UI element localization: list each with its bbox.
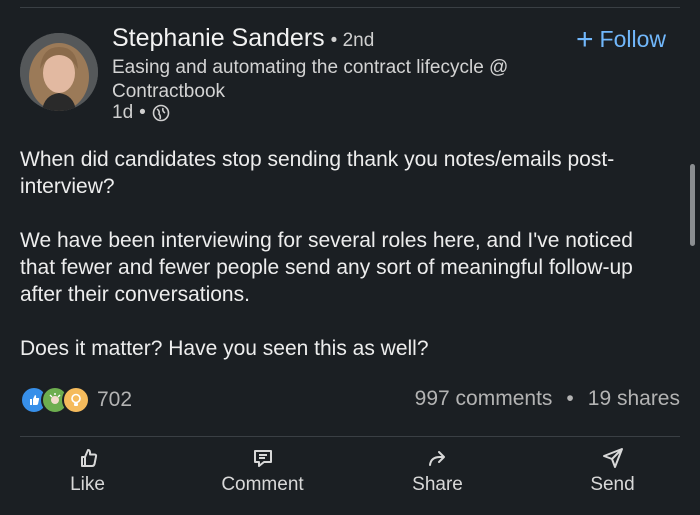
send-icon bbox=[602, 448, 623, 468]
reactions-summary[interactable]: 702 bbox=[20, 386, 132, 414]
comments-count[interactable]: 997 comments bbox=[415, 387, 553, 411]
follow-label: Follow bbox=[599, 26, 666, 52]
post-paragraph: We have been interviewing for several ro… bbox=[20, 229, 633, 306]
author-headline: Easing and automating the contract lifec… bbox=[112, 57, 509, 102]
avatar[interactable] bbox=[20, 33, 98, 111]
follow-button[interactable]: + Follow bbox=[576, 22, 666, 56]
scrollbar[interactable] bbox=[690, 164, 695, 246]
send-button[interactable]: Send bbox=[525, 446, 700, 496]
send-label: Send bbox=[590, 474, 635, 495]
like-label: Like bbox=[70, 474, 105, 495]
action-bar: Like Comment Share Send bbox=[0, 446, 700, 496]
author-row: Stephanie Sanders • 2nd bbox=[112, 24, 374, 53]
bottom-divider bbox=[20, 436, 680, 437]
connection-degree: • 2nd bbox=[330, 30, 375, 51]
thumbs-up-icon bbox=[80, 449, 97, 467]
comment-label: Comment bbox=[221, 474, 304, 495]
counts-separator: • bbox=[566, 387, 574, 410]
insightful-icon bbox=[62, 386, 90, 414]
post-body: When did candidates stop sending thank y… bbox=[20, 146, 640, 389]
post-time: 1d bbox=[112, 102, 134, 123]
top-divider bbox=[20, 7, 680, 8]
post-paragraph: When did candidates stop sending thank y… bbox=[20, 148, 615, 198]
social-counts: 997 comments • 19 shares bbox=[415, 387, 680, 411]
plus-icon: + bbox=[576, 22, 594, 56]
globe-icon bbox=[152, 104, 170, 122]
meta-dot: • bbox=[139, 102, 146, 123]
profile-photo bbox=[20, 33, 98, 111]
comment-icon bbox=[253, 450, 272, 467]
share-arrow-icon bbox=[428, 451, 445, 466]
reaction-count: 702 bbox=[97, 388, 133, 411]
post-paragraph: Does it matter? Have you seen this as we… bbox=[20, 337, 429, 360]
share-label: Share bbox=[412, 474, 463, 495]
author-name[interactable]: Stephanie Sanders bbox=[112, 24, 325, 53]
like-button[interactable]: Like bbox=[0, 446, 175, 496]
comment-button[interactable]: Comment bbox=[175, 446, 350, 496]
shares-count[interactable]: 19 shares bbox=[588, 387, 680, 411]
share-button[interactable]: Share bbox=[350, 446, 525, 496]
post-meta: 1d • bbox=[112, 102, 170, 124]
